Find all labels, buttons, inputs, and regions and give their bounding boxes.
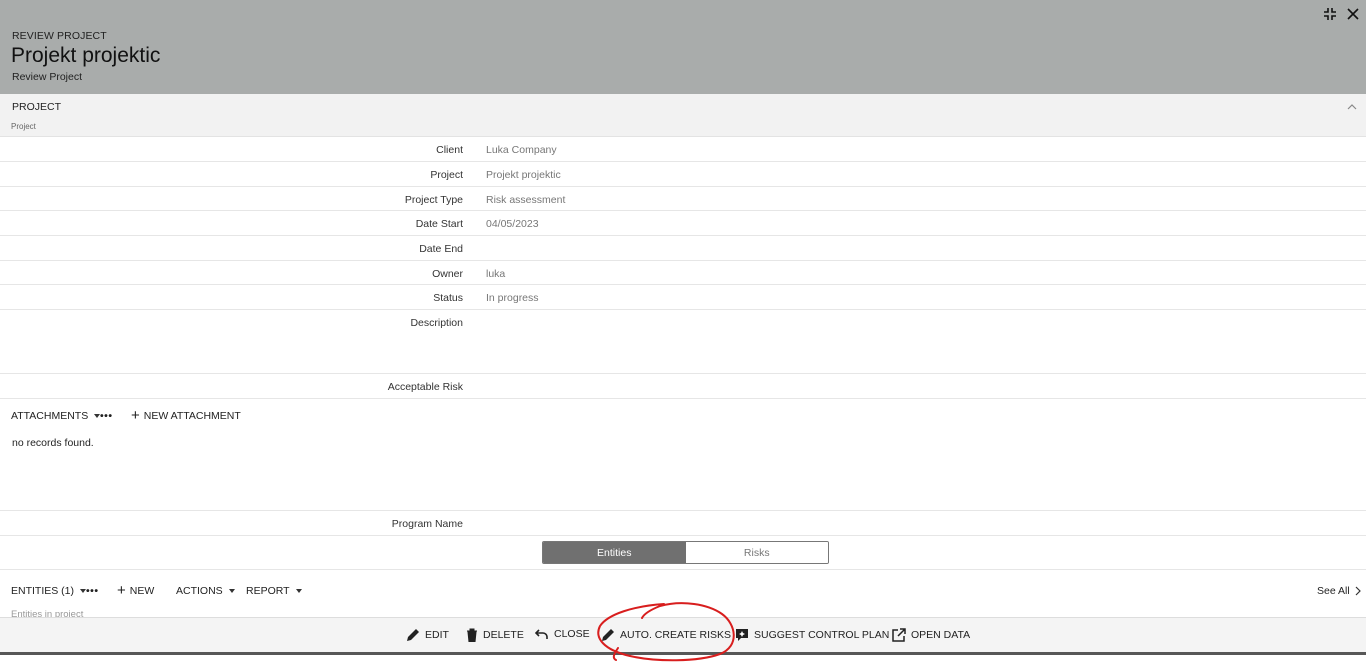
suggest-control-plan-label: SUGGEST CONTROL PLAN (754, 629, 890, 641)
field-label-date-end: Date End (419, 243, 463, 255)
section-title: PROJECT (12, 101, 62, 113)
view-toggle: Entities Risks (542, 541, 829, 564)
caret-down-icon (295, 589, 302, 593)
pencil-icon (602, 629, 614, 641)
see-all-link[interactable]: See All (1317, 585, 1361, 597)
command-bar: EDIT DELETE CLOSE AUTO. CREATE RISKS SUG… (0, 617, 1366, 652)
auto-create-risks-label: AUTO. CREATE RISKS (620, 629, 732, 641)
form-type-label: REVIEW PROJECT (12, 30, 107, 42)
close-label: CLOSE (554, 628, 590, 640)
attachments-view-selector[interactable]: ATTACHMENTS (11, 410, 101, 422)
edit-label: EDIT (425, 629, 449, 641)
open-external-icon (892, 628, 906, 642)
divider (0, 569, 1366, 570)
new-entity-button[interactable]: + NEW (117, 582, 155, 599)
form-header: REVIEW PROJECT Projekt projektic Review … (0, 0, 1366, 94)
auto-create-risks-button[interactable]: AUTO. CREATE RISKS (601, 628, 731, 642)
tab-risks[interactable]: Risks (685, 542, 828, 563)
field-label-program-name: Program Name (391, 518, 463, 530)
report-menu-button[interactable]: REPORT (246, 585, 302, 597)
field-value-project[interactable]: Projekt projektic (486, 169, 561, 181)
field-value-client[interactable]: Luka Company (486, 144, 557, 156)
form-subtitle: Review Project (12, 71, 83, 83)
bottom-border (0, 652, 1366, 655)
attachments-empty-message: no records found. (12, 437, 94, 449)
restore-icon[interactable] (1323, 7, 1339, 23)
plus-icon: + (117, 582, 126, 599)
see-all-label: See All (1317, 585, 1350, 597)
suggest-control-plan-button[interactable]: SUGGEST CONTROL PLAN (735, 628, 889, 642)
report-label: REPORT (246, 585, 290, 597)
new-attachment-label: NEW ATTACHMENT (143, 410, 241, 422)
close-icon[interactable] (1346, 7, 1362, 23)
attachments-toolbar: ATTACHMENTS ••• + NEW ATTACHMENT (0, 406, 1366, 428)
field-row-status: Status In progress (0, 285, 1366, 310)
pencil-icon (407, 629, 419, 641)
actions-label: ACTIONS (176, 585, 223, 597)
field-label-project-type: Project Type (404, 194, 463, 206)
field-label-status: Status (433, 292, 463, 304)
field-label-project: Project (430, 169, 463, 181)
field-row-date-end: Date End (0, 236, 1366, 261)
project-section-header: PROJECT Project (0, 94, 1366, 137)
field-label-description: Description (410, 317, 463, 329)
section-subtitle: Project (11, 122, 36, 131)
field-row-project-type: Project Type Risk assessment (0, 187, 1366, 211)
chevron-right-icon (1355, 586, 1361, 596)
field-value-owner[interactable]: luka (486, 268, 505, 280)
delete-button[interactable]: DELETE (466, 628, 524, 642)
new-attachment-button[interactable]: + NEW ATTACHMENT (131, 407, 241, 424)
field-row-acceptable-risk: Acceptable Risk (0, 374, 1366, 399)
field-label-acceptable-risk: Acceptable Risk (387, 381, 463, 393)
undo-icon (535, 629, 548, 639)
delete-label: DELETE (483, 629, 524, 641)
field-value-status[interactable]: In progress (486, 292, 539, 304)
close-record-button[interactable]: CLOSE (535, 628, 590, 640)
entities-toolbar: ENTITIES (1) ••• + NEW ACTIONS REPORT Se… (0, 581, 1366, 603)
field-label-client: Client (436, 144, 463, 156)
attachments-label: ATTACHMENTS (11, 410, 89, 422)
caret-down-icon (228, 589, 235, 593)
edit-button[interactable]: EDIT (406, 628, 449, 642)
more-icon[interactable]: ••• (100, 410, 113, 422)
more-icon[interactable]: ••• (86, 585, 99, 597)
field-row-project: Project Projekt projektic (0, 162, 1366, 187)
sparkle-chat-icon (736, 629, 748, 641)
field-row-owner: Owner luka (0, 261, 1366, 285)
open-data-button[interactable]: OPEN DATA (892, 628, 970, 642)
plus-icon: + (131, 407, 140, 424)
field-value-project-type[interactable]: Risk assessment (486, 194, 565, 206)
field-value-date-start[interactable]: 04/05/2023 (486, 218, 539, 230)
field-label-owner: Owner (432, 268, 463, 280)
field-row-description: Description (0, 310, 1366, 374)
open-data-label: OPEN DATA (911, 629, 971, 641)
field-row-client: Client Luka Company (0, 137, 1366, 162)
tab-entities[interactable]: Entities (543, 542, 686, 563)
entities-view-selector[interactable]: ENTITIES (1) (11, 585, 87, 597)
new-entity-label: NEW (129, 585, 155, 597)
chevron-up-icon[interactable] (1346, 101, 1358, 113)
trash-icon (467, 628, 477, 642)
field-label-date-start: Date Start (415, 218, 463, 230)
actions-menu-button[interactable]: ACTIONS (176, 585, 235, 597)
page-title: Projekt projektic (11, 44, 161, 67)
field-row-program-name: Program Name (0, 510, 1366, 536)
entities-label: ENTITIES (1) (11, 585, 75, 597)
field-row-date-start: Date Start 04/05/2023 (0, 211, 1366, 236)
